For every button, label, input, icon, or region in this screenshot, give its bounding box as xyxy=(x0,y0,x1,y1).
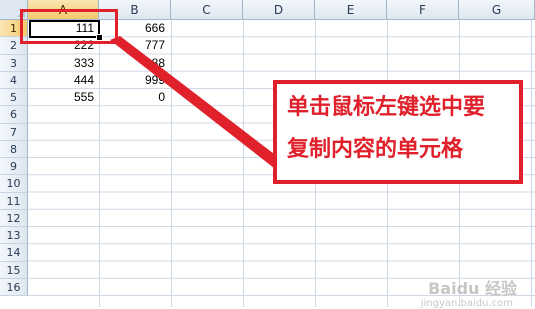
cell-a3[interactable]: 333 xyxy=(28,55,100,72)
annotation-line-1: 单击鼠标左键选中要 xyxy=(287,95,486,120)
row-header-16[interactable]: 16 xyxy=(0,278,28,296)
row-header-12[interactable]: 12 xyxy=(0,209,28,227)
row-header-4[interactable]: 4 xyxy=(0,71,28,89)
highlight-box xyxy=(20,9,118,44)
column-header-c[interactable]: C xyxy=(171,0,243,20)
row-header-13[interactable]: 13 xyxy=(0,227,28,245)
row-header-15[interactable]: 15 xyxy=(0,261,28,279)
column-header-g[interactable]: G xyxy=(459,0,535,20)
cell-b3[interactable]: 888 xyxy=(99,55,171,72)
column-header-f[interactable]: F xyxy=(387,0,459,20)
row-header-10[interactable]: 10 xyxy=(0,175,28,193)
annotation-line-2: 复制内容的单元格 xyxy=(287,137,464,162)
cell-b5[interactable]: 0 xyxy=(99,89,171,106)
row-header-5[interactable]: 5 xyxy=(0,89,28,107)
column-header-d[interactable]: D xyxy=(243,0,315,20)
row-header-9[interactable]: 9 xyxy=(0,158,28,176)
watermark-logo: Baidu 经验 xyxy=(428,279,517,298)
cell-b4[interactable]: 999 xyxy=(99,72,171,89)
row-header-3[interactable]: 3 xyxy=(0,54,28,72)
row-header-11[interactable]: 11 xyxy=(0,192,28,210)
column-header-e[interactable]: E xyxy=(315,0,387,20)
spreadsheet: A B C D E F G 1 2 3 4 5 6 7 8 9 10 11 12… xyxy=(0,0,535,309)
row-header-6[interactable]: 6 xyxy=(0,106,28,124)
row-header-7[interactable]: 7 xyxy=(0,123,28,141)
cell-a5[interactable]: 555 xyxy=(28,89,100,106)
row-header-8[interactable]: 8 xyxy=(0,140,28,158)
annotation-callout: 单击鼠标左键选中要 复制内容的单元格 xyxy=(273,80,523,184)
row-header-14[interactable]: 14 xyxy=(0,244,28,262)
row-headers: 1 2 3 4 5 6 7 8 9 10 11 12 13 14 15 16 xyxy=(0,20,28,296)
watermark-url: jingyan.baidu.com xyxy=(420,298,513,309)
cell-a4[interactable]: 444 xyxy=(28,72,100,89)
